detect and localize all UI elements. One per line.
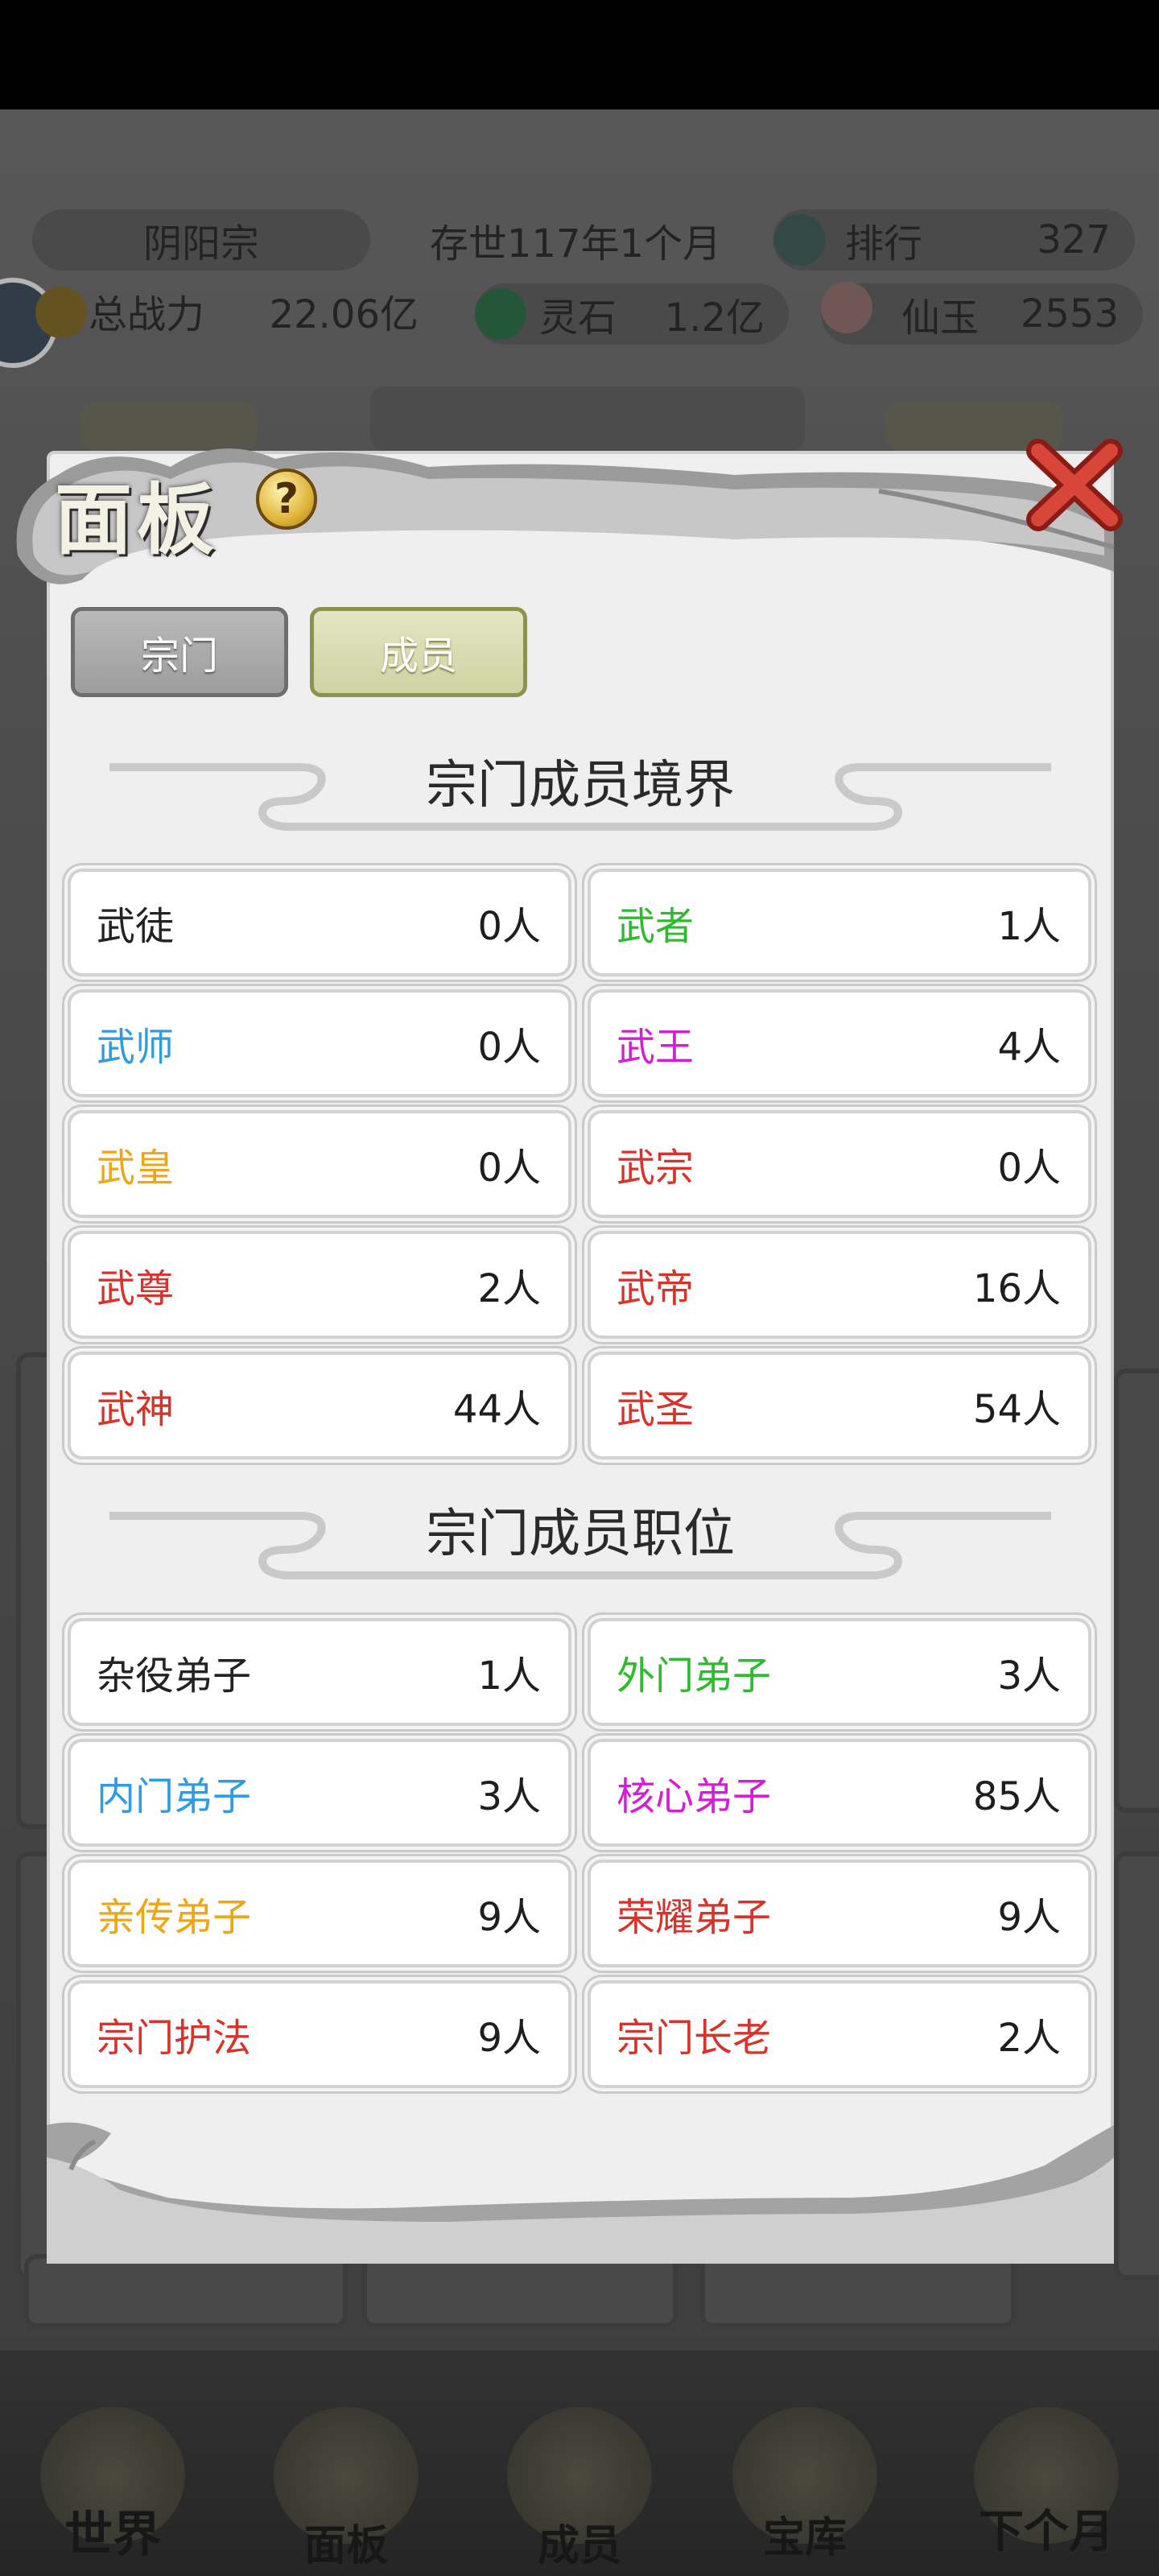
position-name: 宗门长老 bbox=[617, 2016, 772, 2061]
realm-section-title: 宗门成员境界 bbox=[426, 756, 735, 814]
close-icon[interactable] bbox=[1022, 435, 1127, 539]
status-bar bbox=[0, 0, 1159, 109]
realm-item: 武徒 0人 bbox=[71, 872, 568, 973]
position-count: 3人 bbox=[997, 1653, 1061, 1699]
panel-footer-ornament bbox=[47, 2122, 1114, 2264]
realm-count: 44人 bbox=[452, 1387, 541, 1432]
position-name: 宗门护法 bbox=[97, 2016, 252, 2061]
realm-item: 武者 1人 bbox=[591, 872, 1088, 973]
realm-count: 0人 bbox=[477, 1146, 541, 1191]
realm-count: 0人 bbox=[477, 1025, 541, 1070]
realm-name: 武皇 bbox=[97, 1146, 175, 1191]
position-item: 亲传弟子 9人 bbox=[71, 1863, 568, 1964]
position-item: 宗门护法 9人 bbox=[71, 1984, 568, 2085]
realm-count: 0人 bbox=[997, 1146, 1061, 1191]
position-count: 3人 bbox=[477, 1774, 541, 1819]
help-icon[interactable]: ? bbox=[256, 469, 317, 530]
realm-count: 0人 bbox=[477, 904, 541, 949]
position-count: 1人 bbox=[477, 1653, 541, 1699]
position-item: 荣耀弟子 9人 bbox=[591, 1863, 1088, 1964]
realm-item: 武圣 54人 bbox=[591, 1355, 1088, 1456]
realm-name: 武师 bbox=[97, 1025, 175, 1070]
realm-item: 武师 0人 bbox=[71, 993, 568, 1094]
realm-item: 武王 4人 bbox=[591, 993, 1088, 1094]
position-name: 外门弟子 bbox=[617, 1653, 772, 1699]
tab-members[interactable]: 成员 bbox=[310, 607, 527, 697]
position-count: 9人 bbox=[477, 1895, 541, 1940]
position-item: 杂役弟子 1人 bbox=[71, 1621, 568, 1723]
position-count: 9人 bbox=[477, 2016, 541, 2061]
realm-name: 武帝 bbox=[617, 1266, 695, 1311]
realm-count: 54人 bbox=[972, 1387, 1061, 1432]
realm-name: 武宗 bbox=[617, 1146, 695, 1191]
realm-count: 1人 bbox=[997, 904, 1061, 949]
realm-item: 武神 44人 bbox=[71, 1355, 568, 1456]
panel-title: 面板 bbox=[55, 474, 219, 565]
realm-name: 武神 bbox=[97, 1387, 175, 1432]
realm-item: 武皇 0人 bbox=[71, 1113, 568, 1215]
realm-item: 武宗 0人 bbox=[591, 1113, 1088, 1215]
position-name: 核心弟子 bbox=[617, 1774, 772, 1819]
realm-name: 武王 bbox=[617, 1025, 695, 1070]
position-item: 核心弟子 85人 bbox=[591, 1742, 1088, 1843]
position-name: 荣耀弟子 bbox=[617, 1895, 772, 1940]
position-count: 85人 bbox=[972, 1774, 1061, 1819]
realm-item: 武帝 16人 bbox=[591, 1234, 1088, 1335]
tab-sect[interactable]: 宗门 bbox=[71, 607, 288, 697]
position-count: 9人 bbox=[997, 1895, 1061, 1940]
realm-name: 武圣 bbox=[617, 1387, 695, 1432]
position-count: 2人 bbox=[997, 2016, 1061, 2061]
realm-item: 武尊 2人 bbox=[71, 1234, 568, 1335]
realm-count: 2人 bbox=[477, 1266, 541, 1311]
position-section-title: 宗门成员职位 bbox=[426, 1505, 735, 1563]
realm-count: 16人 bbox=[972, 1266, 1061, 1311]
position-name: 内门弟子 bbox=[97, 1774, 252, 1819]
realm-count: 4人 bbox=[997, 1025, 1061, 1070]
position-item: 外门弟子 3人 bbox=[591, 1621, 1088, 1723]
position-name: 杂役弟子 bbox=[97, 1653, 252, 1699]
realm-name: 武者 bbox=[617, 904, 695, 949]
position-item: 宗门长老 2人 bbox=[591, 1984, 1088, 2085]
position-name: 亲传弟子 bbox=[97, 1895, 252, 1940]
realm-name: 武尊 bbox=[97, 1266, 175, 1311]
realm-name: 武徒 bbox=[97, 904, 175, 949]
position-item: 内门弟子 3人 bbox=[71, 1742, 568, 1843]
